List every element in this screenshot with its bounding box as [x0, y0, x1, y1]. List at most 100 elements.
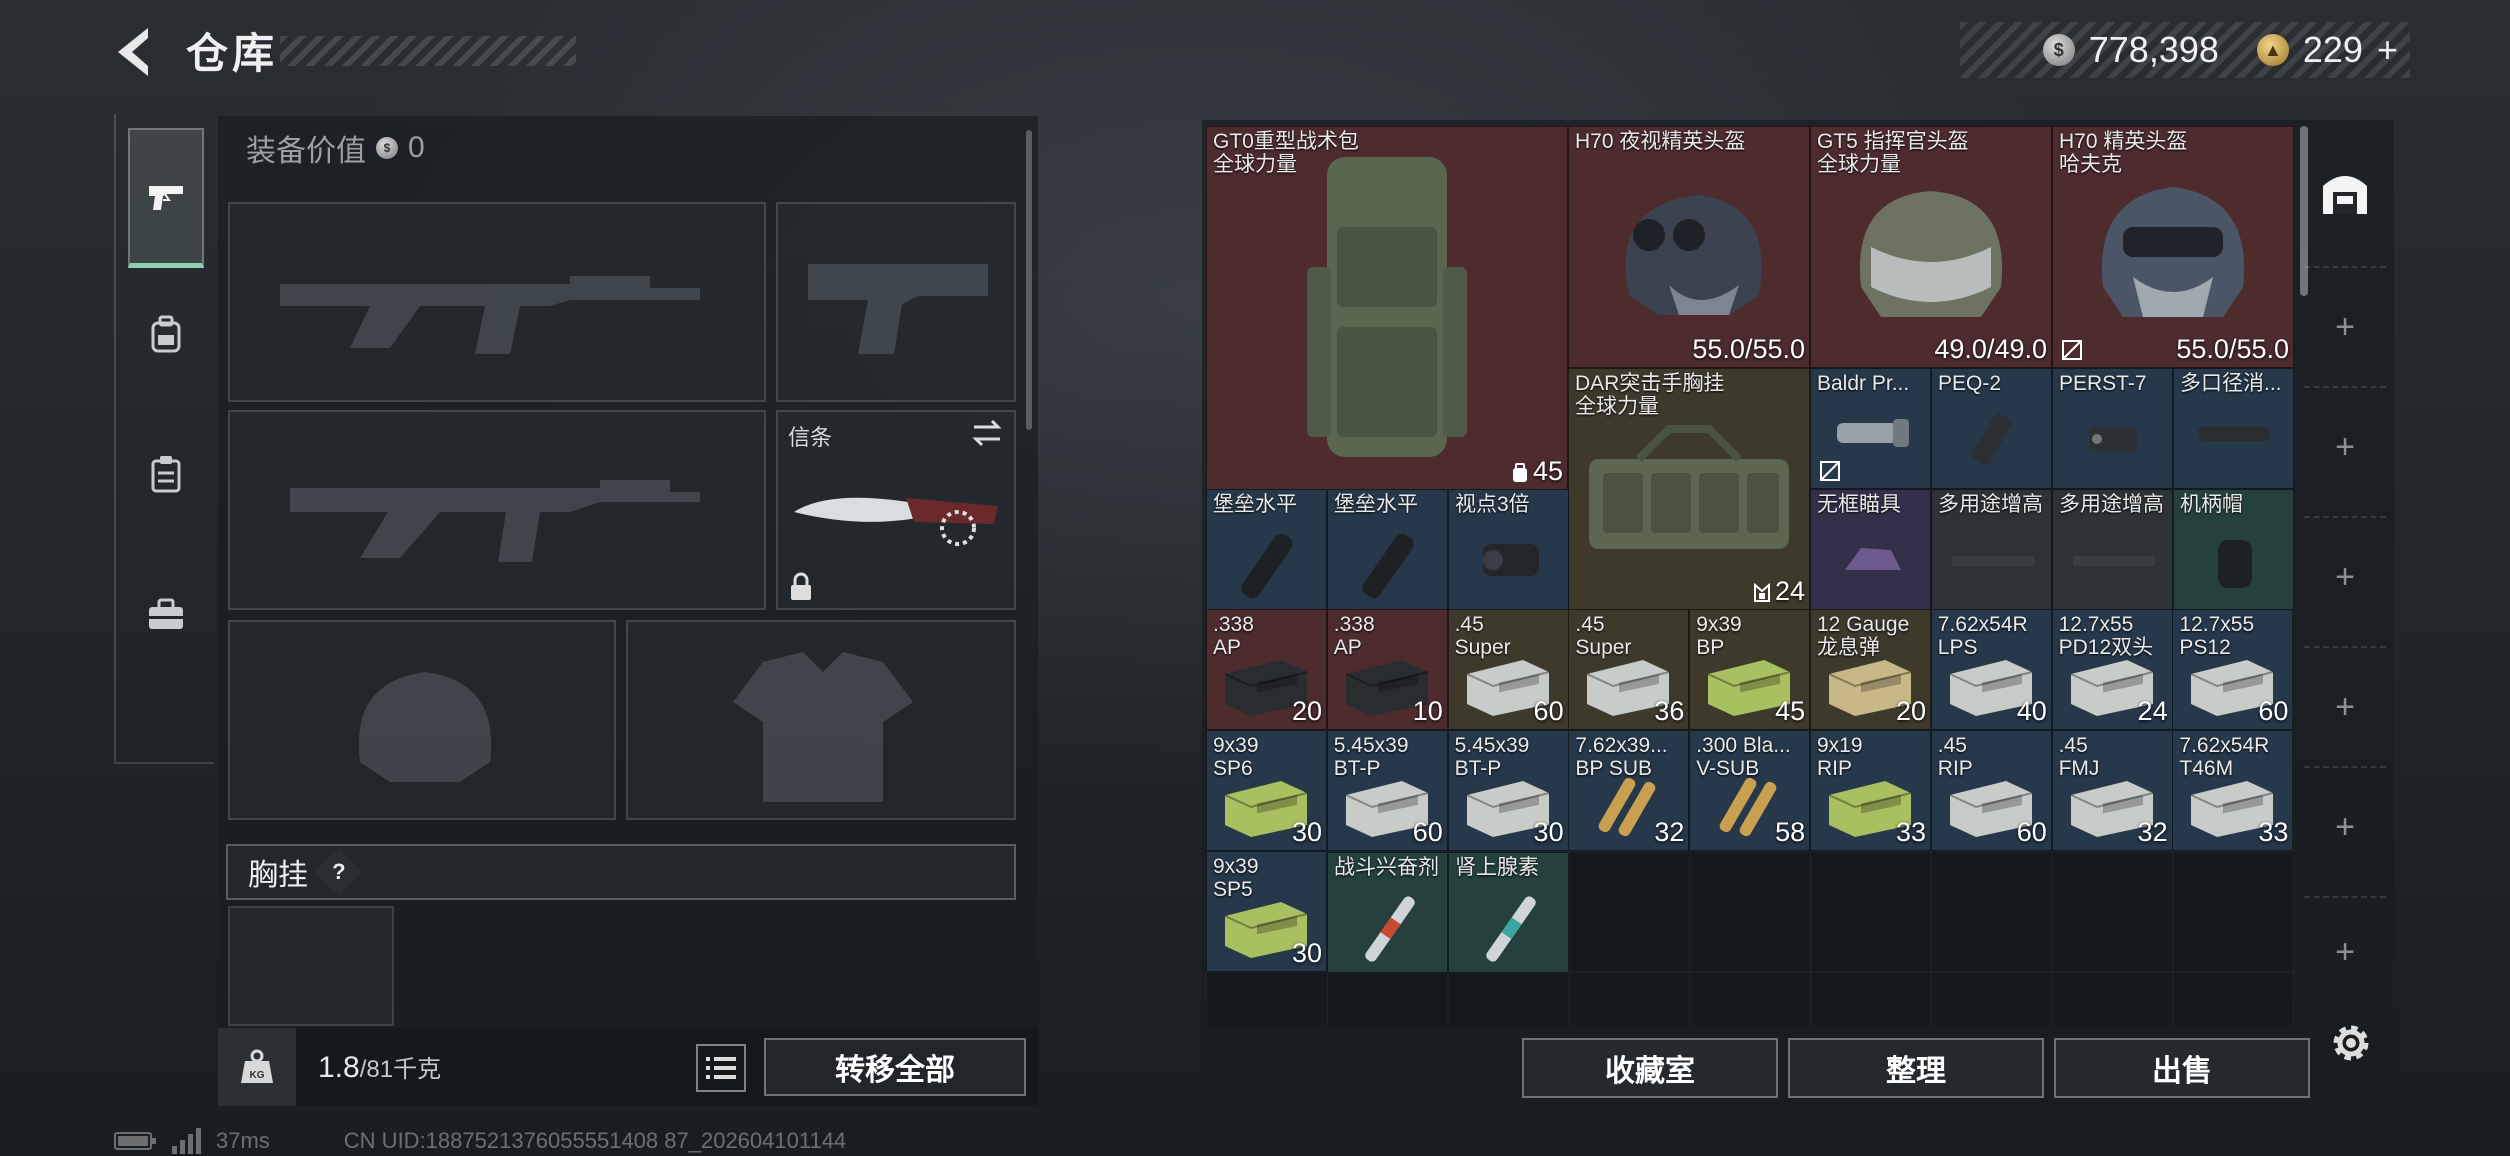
stash-item-ammo[interactable]: 7.62x54R T46M 33 — [2172, 730, 2294, 851]
stash-item-attachment[interactable]: 堡垒水平 — [1206, 489, 1327, 610]
weight-icon: KG — [241, 1049, 273, 1083]
loadout-scrollbar[interactable] — [1026, 130, 1032, 430]
stash-item-attachment[interactable]: 多用途增高 — [2052, 489, 2173, 610]
stash-item-ammo[interactable]: .338 AP 20 — [1206, 609, 1327, 731]
helmet-silhouette-icon — [358, 672, 492, 782]
status-bar: 37ms CN UID:1887521376055551408 87_20260… — [114, 1128, 846, 1154]
stash-item-ammo[interactable]: .45 FMJ 32 — [2051, 730, 2173, 851]
body-armor-slot[interactable] — [626, 620, 1016, 820]
weight-max: /81千克 — [359, 1056, 442, 1083]
stash-item-ammo[interactable]: 12.7x55 PD12双头 24 — [2051, 609, 2173, 731]
back-button[interactable] — [110, 22, 160, 82]
silver-currency-value: 778,398 — [2088, 29, 2219, 70]
stash-item-ammo[interactable]: .45 RIP 60 — [1930, 730, 2052, 851]
stash-item-ammo[interactable]: 9x39 SP5 30 — [1206, 850, 1327, 972]
sort-button[interactable]: 整理 — [1788, 1038, 2044, 1098]
stash-item-helmet-gt5[interactable]: GT5 指挥官头盔 全球力量 49.0/49.0 — [1810, 126, 2052, 368]
stash-item-ammo[interactable]: .300 Bla... V-SUB 58 — [1689, 730, 1811, 851]
stash-item-ammo[interactable]: 12.7x55 PS12 60 — [2172, 609, 2294, 731]
helmet-slot[interactable] — [228, 620, 616, 820]
stash-item-ammo[interactable]: .45 Super 36 — [1568, 609, 1690, 731]
nav-weapons-tab[interactable] — [128, 128, 204, 268]
vault-button[interactable]: 收藏室 — [1522, 1038, 1778, 1098]
ammo-type: SP5 — [1213, 877, 1253, 901]
stash-item-attachment[interactable]: 机柄帽 — [2173, 489, 2294, 610]
stash-item-ammo[interactable]: 9x19 RIP 33 — [1810, 730, 1931, 851]
ammo-type: LPS — [1937, 636, 1978, 660]
stash-item-attachment[interactable]: PERST-7 — [2052, 368, 2173, 489]
help-button[interactable]: ? — [314, 847, 364, 897]
ammo-count: 32 — [2137, 817, 2168, 847]
stash-item-ammo[interactable]: 9x39 BP 45 — [1689, 609, 1811, 731]
chest-rig-title: 胸挂 — [248, 859, 308, 892]
swap-icon[interactable] — [970, 418, 1004, 448]
stash-item-consumable[interactable]: 战斗兴奋剂 — [1327, 852, 1448, 973]
stash-item-ammo[interactable]: 12 Gauge 龙息弹 20 — [1810, 609, 1931, 731]
stash-item-ammo[interactable]: 7.62x39... BP SUB 32 — [1568, 730, 1690, 851]
stash-icon — [2323, 176, 2367, 214]
broken-icon — [2062, 340, 2082, 360]
chest-rig-slot[interactable] — [228, 906, 394, 1026]
stash-item-attachment[interactable]: 堡垒水平 — [1327, 489, 1448, 610]
ammo-caliber: .45 — [2058, 734, 2088, 757]
help-icon: ? — [332, 858, 346, 884]
add-stash-tab-button[interactable]: + — [2304, 646, 2386, 766]
stash-item-ammo[interactable]: .45 Super 60 — [1447, 609, 1569, 731]
lock-icon — [791, 572, 811, 600]
nav-chestrig-tab[interactable] — [128, 404, 204, 544]
stash-item-ammo[interactable]: 5.45x39 BT-P 60 — [1326, 730, 1448, 851]
add-stash-tab-button[interactable]: + — [2304, 266, 2386, 386]
secondary-weapon-slot[interactable] — [228, 410, 766, 610]
stash-item-helmet-nv[interactable]: H70 夜视精英头盔 55.0/55.0 — [1568, 126, 1810, 368]
stash-item-attachment[interactable]: 无框瞄具 — [1810, 489, 1931, 610]
transfer-all-button[interactable]: 转移全部 — [764, 1038, 1026, 1096]
red-dot-sight-icon — [1845, 548, 1901, 570]
stash-item-consumable[interactable]: 肾上腺素 — [1448, 852, 1569, 973]
sell-button[interactable]: 出售 — [2054, 1038, 2310, 1098]
melee-slot[interactable]: 信条 — [776, 410, 1016, 610]
add-stash-tab-button[interactable]: + — [2304, 386, 2386, 506]
rifle-silhouette-icon — [280, 276, 700, 354]
add-stash-tab-button[interactable]: + — [2304, 896, 2386, 1006]
equipment-value-label: 装备价值 — [246, 135, 366, 168]
ammo-caliber: 12.7x55 — [2058, 613, 2134, 637]
stash-item-attachment[interactable]: 多用途增高 — [1931, 489, 2052, 610]
add-stash-tab-button[interactable]: + — [2304, 516, 2386, 636]
stash-item-ammo[interactable]: .338 AP 10 — [1326, 609, 1448, 731]
laser-module-icon — [2089, 427, 2137, 451]
stash-item-attachment[interactable]: Baldr Pr... — [1810, 368, 1931, 489]
item-name: 肾上腺素 — [1455, 856, 1539, 879]
item-name: H70 夜视精英头盔 — [1575, 130, 1746, 153]
primary-weapon-slot[interactable] — [228, 202, 766, 402]
item-faction: 哈夫克 — [2059, 153, 2122, 176]
ammo-caliber: 7.62x39... — [1575, 734, 1668, 757]
chest-rig-icon — [1589, 425, 1789, 549]
ammo-count: 33 — [2258, 817, 2289, 847]
ammo-caliber: .338 — [1333, 613, 1375, 637]
stash-item-ammo[interactable]: 5.45x39 BT-P 30 — [1447, 730, 1569, 851]
stash-item-chest-rig[interactable]: DAR突击手胸挂 全球力量 24 — [1568, 368, 1810, 610]
stash-item-attachment[interactable]: 多口径消... — [2173, 368, 2294, 489]
pistol-slot[interactable] — [776, 202, 1016, 402]
riser-mount-icon — [2073, 556, 2155, 566]
add-stash-tab-button[interactable]: + — [2304, 766, 2386, 886]
stash-item-helmet-h70[interactable]: H70 精英头盔 哈夫克 55.0/55.0 — [2052, 126, 2294, 368]
list-view-button[interactable] — [696, 1044, 746, 1092]
stash-item-ammo[interactable]: 7.62x54R LPS 40 — [1930, 609, 2052, 731]
stash-item-backpack[interactable]: GT0重型战术包 全球力量 45 — [1206, 126, 1568, 490]
nav-backpack-tab[interactable] — [128, 264, 204, 404]
ammo-type: PS12 — [2179, 636, 2231, 660]
stash-item-attachment[interactable]: PEQ-2 — [1931, 368, 2052, 489]
ammo-count: 10 — [1412, 696, 1443, 727]
injector-icon — [1365, 896, 1415, 962]
loadout-footer: KG 1.8/81千克 转移全部 — [218, 1028, 1038, 1106]
ammo-type: BT-P — [1333, 757, 1381, 780]
stash-item-attachment[interactable]: 视点3倍 — [1448, 489, 1569, 610]
add-currency-button[interactable]: + — [2377, 29, 2398, 71]
broken-icon — [1820, 461, 1840, 481]
stash-item-ammo[interactable]: 9x39 SP6 30 — [1206, 730, 1327, 851]
gear-icon[interactable] — [2326, 1018, 2376, 1068]
stash-tab-main[interactable] — [2310, 142, 2380, 242]
nav-secure-case-tab[interactable] — [128, 544, 204, 684]
item-count-value: 45 — [1532, 456, 1563, 486]
